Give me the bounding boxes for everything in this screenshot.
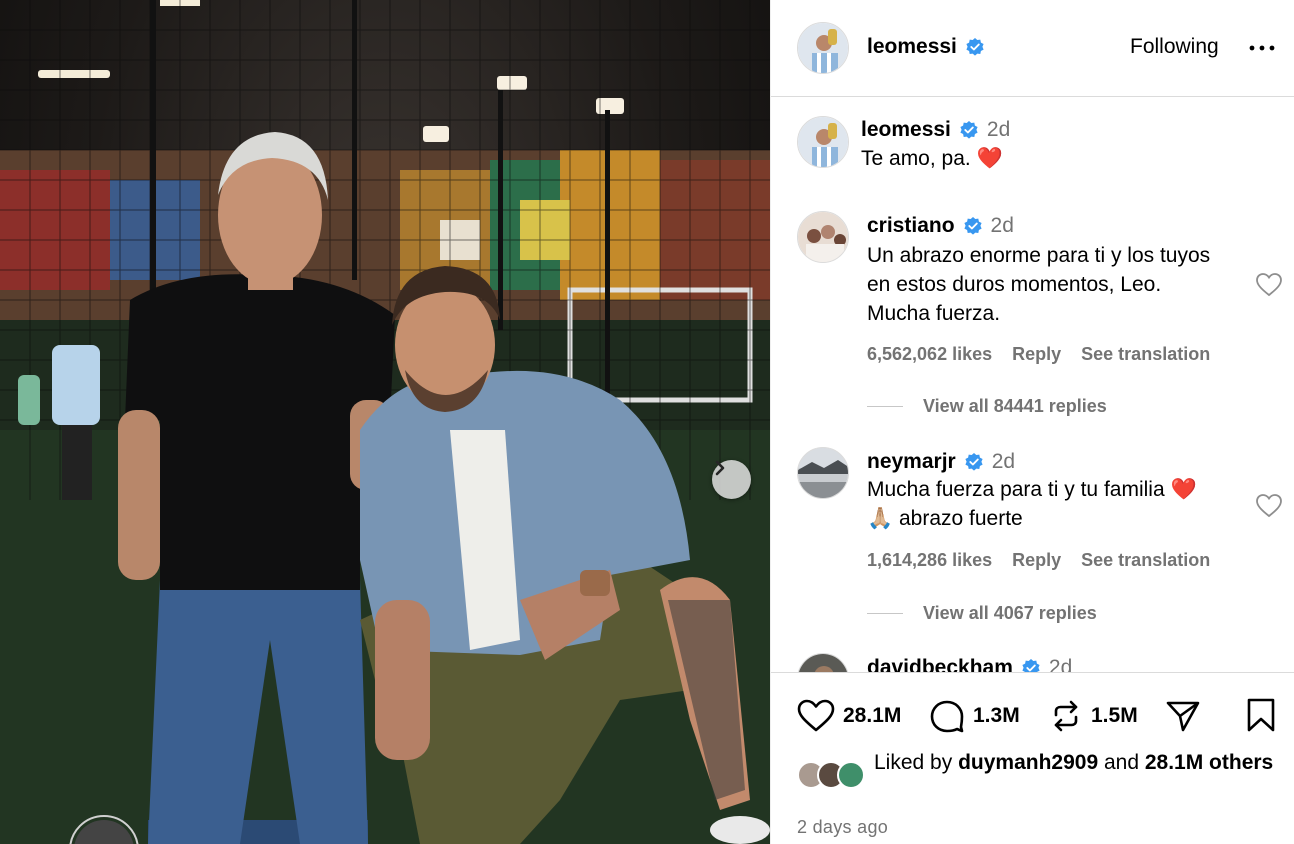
post-timestamp[interactable]: 2 days ago [797,817,888,838]
more-options-icon[interactable] [1249,38,1275,58]
caption-username[interactable]: leomessi [861,118,951,142]
commenter-avatar[interactable] [797,653,849,672]
avatar-image [798,23,848,73]
like-comment-icon[interactable] [1255,493,1283,519]
share-send-icon[interactable] [1165,699,1201,733]
post-actions: 28.1M 1.3M 1.5M Liked by duymanh2909 and… [771,672,1294,844]
comment-text: Un abrazo enorme para ti y los tuyos en … [867,244,1211,325]
comment-username-row: davidbeckham 2d [867,656,1072,672]
view-replies-button[interactable]: View all 4067 replies [867,603,1097,624]
see-translation-button[interactable]: See translation [1081,550,1210,571]
author-avatar[interactable] [797,22,849,74]
photo-illustration [0,0,770,844]
liked-by-prefix: Liked by [874,751,959,774]
post-side-panel: leomessi Following leomessi 2d Te amo, p… [770,0,1294,844]
post-photo [0,0,770,844]
avatar-image [798,212,848,262]
caption-time[interactable]: 2d [987,118,1010,142]
post-header: leomessi Following [771,0,1294,97]
liked-by-avatars[interactable] [797,761,867,791]
view-replies-label: View all 84441 replies [923,396,1107,416]
caption-text: Te amo, pa. ❤️ [861,147,1003,170]
like-comment-icon[interactable] [1255,272,1283,298]
chevron-right-icon [715,460,725,476]
verified-badge-icon [963,217,982,235]
verified-badge-icon [966,38,984,56]
commenter-avatar[interactable] [797,447,849,499]
reply-button[interactable]: Reply [1012,344,1061,365]
commenter-avatar[interactable] [797,211,849,263]
comments-count[interactable]: 1.3M [973,704,1020,728]
reply-button[interactable]: Reply [1012,550,1061,571]
comment-meta: 6,562,062 likes Reply See translation [867,344,1210,365]
see-translation-button[interactable]: See translation [1081,344,1210,365]
comment-text: Mucha fuerza para ti y tu familia ❤️ 🙏🏼 … [867,478,1197,530]
view-replies-button[interactable]: View all 84441 replies [867,396,1107,417]
caption-author-avatar[interactable] [797,116,849,168]
comment-username[interactable]: neymarjr [867,450,956,474]
avatar-image [798,448,848,498]
heart-icon[interactable] [797,699,835,733]
avatar-image [798,117,848,167]
liked-by-others[interactable]: 28.1M others [1145,751,1273,774]
view-replies-label: View all 4067 replies [923,603,1097,623]
liker-avatar [837,761,865,789]
comment-likes-count[interactable]: 6,562,062 likes [867,344,992,365]
bookmark-save-icon[interactable] [1245,697,1277,733]
repost-action[interactable]: 1.5M [1049,699,1138,733]
liked-by-summary: Liked by duymanh2909 and 28.1M others [874,748,1274,777]
verified-badge-icon [965,453,983,471]
verified-badge-icon [960,121,978,139]
reposts-count[interactable]: 1.5M [1091,704,1138,728]
comment-username[interactable]: davidbeckham [867,656,1013,672]
like-action[interactable]: 28.1M [797,699,901,733]
repost-icon[interactable] [1049,699,1083,733]
next-image-button[interactable] [712,460,751,499]
comment-time[interactable]: 2d [1049,656,1072,672]
liked-by-user[interactable]: duymanh2909 [958,751,1098,774]
comment-username-row: neymarjr 2d [867,450,1015,474]
caption-username-row: leomessi 2d [861,118,1010,142]
verified-badge-icon [1022,659,1040,672]
comment-meta: 1,614,286 likes Reply See translation [867,550,1210,571]
comment-action[interactable]: 1.3M [929,699,1020,733]
comment-time[interactable]: 2d [991,214,1014,238]
replies-divider-line [867,406,903,407]
following-button[interactable]: Following [1130,35,1219,59]
liked-by-and: and [1098,751,1145,774]
likes-count[interactable]: 28.1M [843,704,901,728]
comments-list[interactable]: leomessi 2d Te amo, pa. ❤️ cristiano 2d … [771,98,1294,672]
comment-likes-count[interactable]: 1,614,286 likes [867,550,992,571]
author-username[interactable]: leomessi [867,35,957,59]
comment-username[interactable]: cristiano [867,214,955,238]
avatar-image [798,654,848,672]
author-username-row: leomessi [867,35,985,59]
comment-username-row: cristiano 2d [867,214,1014,238]
comment-bubble-icon[interactable] [929,699,965,733]
comment-time[interactable]: 2d [992,450,1015,474]
replies-divider-line [867,613,903,614]
